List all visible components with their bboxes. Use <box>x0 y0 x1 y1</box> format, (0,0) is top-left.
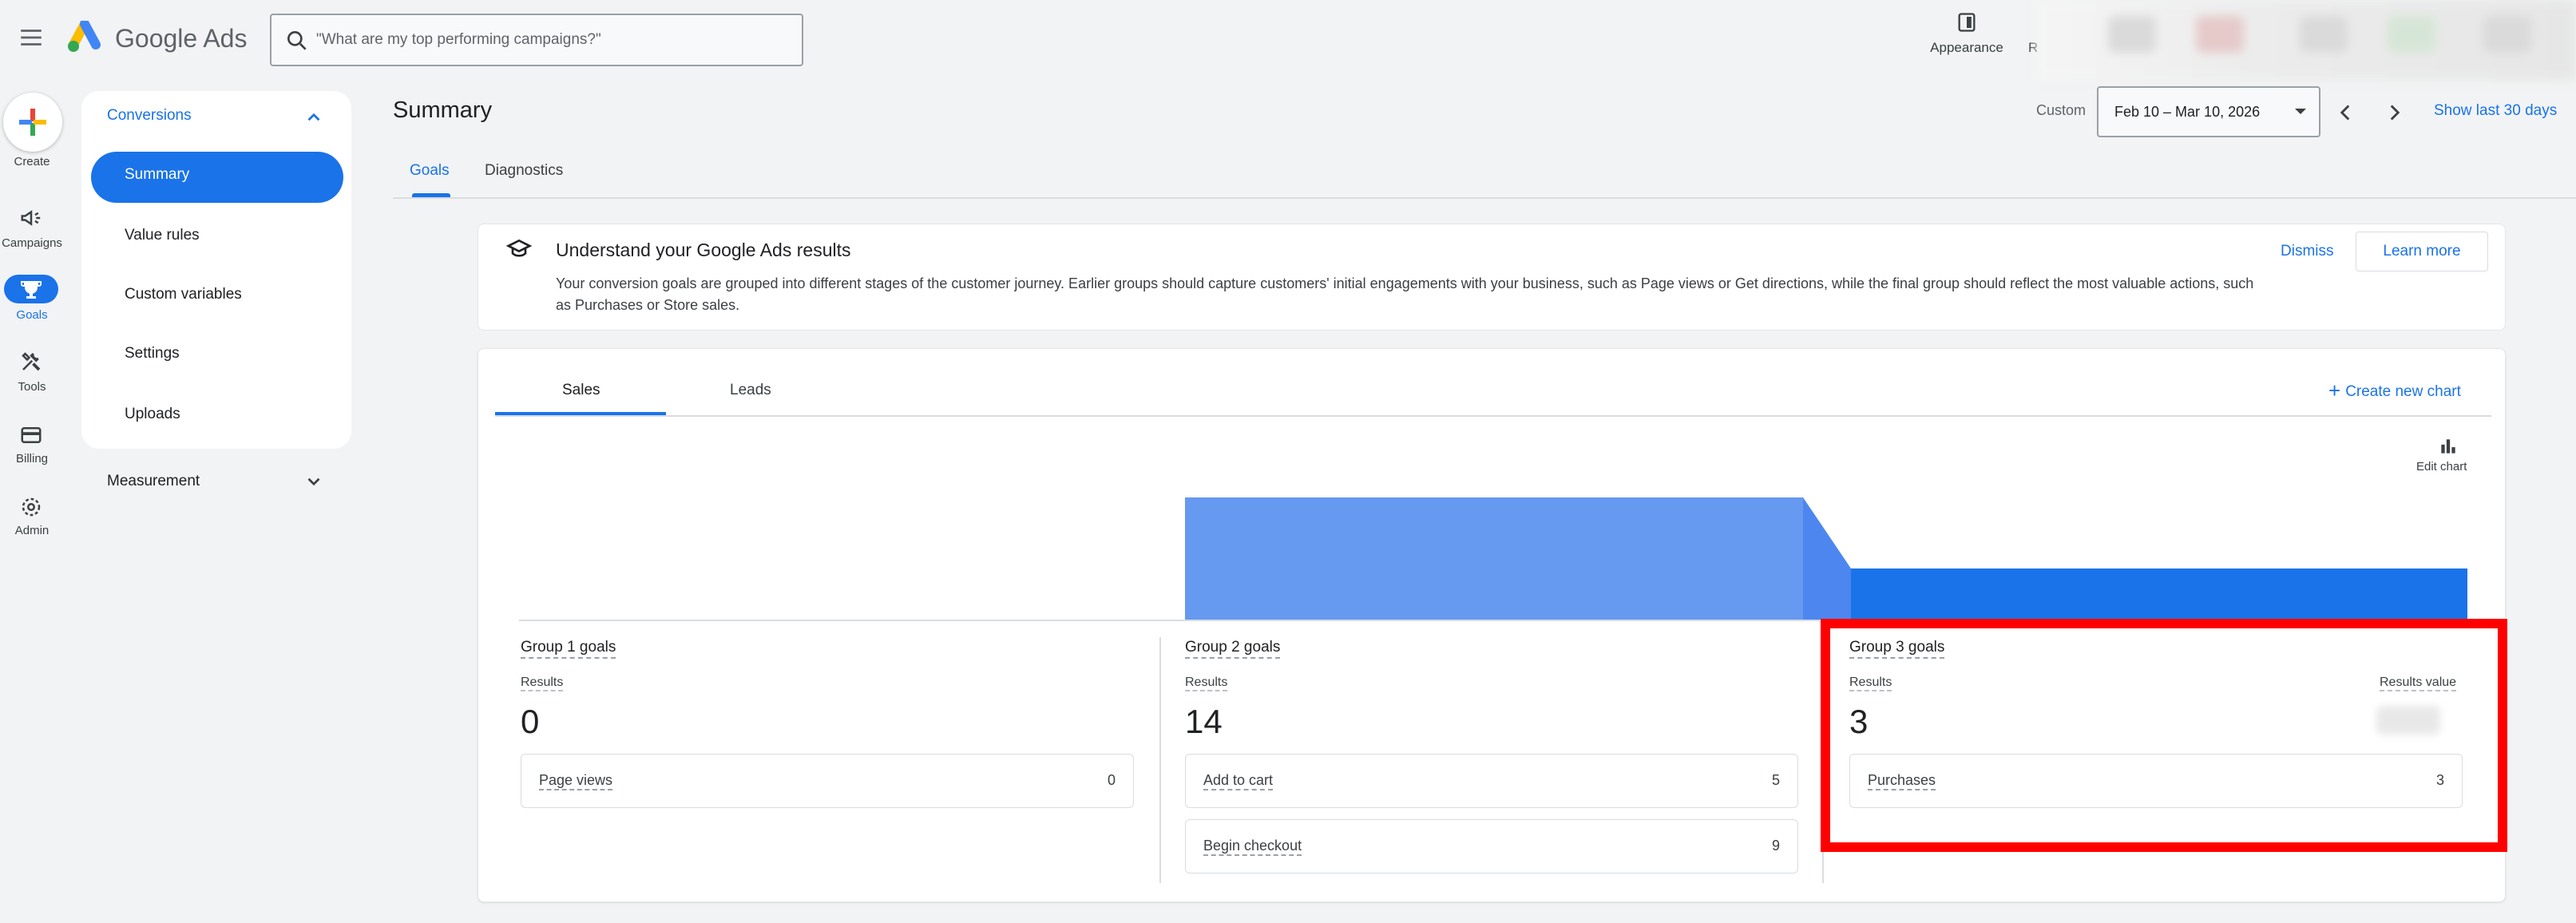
learn-more-button[interactable]: Learn more <box>2356 232 2488 271</box>
show-last-30-days-link[interactable]: Show last 30 days <box>2434 102 2557 120</box>
banner-title: Understand your Google Ads results <box>556 240 851 260</box>
menu-icon[interactable] <box>18 24 45 51</box>
goal-name[interactable]: Add to cart <box>1203 772 1274 790</box>
page-title: Summary <box>393 97 493 123</box>
goal-value: 5 <box>1771 772 1780 788</box>
goal-row-begin-checkout[interactable]: Begin checkout 9 <box>1185 819 1798 873</box>
custom-label: Custom <box>2036 102 2087 118</box>
brand-name: Google Ads <box>115 24 248 53</box>
date-range-picker[interactable]: Feb 10 – Mar 10, 2026 <box>2097 86 2320 137</box>
nav-item-uploads[interactable]: Uploads <box>125 406 180 423</box>
nav-item-settings[interactable]: Settings <box>125 345 180 362</box>
edit-chart-button[interactable]: Edit chart <box>2416 460 2467 473</box>
funnel-baseline <box>519 620 1829 621</box>
nav-item-custom-variables[interactable]: Custom variables <box>125 286 242 303</box>
gear-icon[interactable] <box>18 495 45 519</box>
google-ads-logo[interactable] <box>67 21 104 54</box>
create-new-chart-button[interactable]: + Create new chart <box>2328 378 2461 403</box>
funnel-bar-group-3 <box>1851 568 2467 621</box>
search-placeholder: "What are my top performing campaigns?" <box>316 31 601 48</box>
goal-value: 0 <box>1107 772 1116 788</box>
tabs-divider <box>393 197 2576 199</box>
group-2-results-label: Results <box>1185 675 1228 691</box>
create-button[interactable] <box>3 93 62 152</box>
rail-item-billing[interactable]: Billing <box>0 452 64 465</box>
goal-name[interactable]: Begin checkout <box>1203 838 1302 856</box>
chevron-down-icon[interactable] <box>303 471 324 492</box>
goal-value: 9 <box>1771 838 1780 854</box>
card-tabs-divider <box>495 415 2491 417</box>
create-new-chart-label: Create new chart <box>2345 383 2461 400</box>
tab-goals[interactable]: Goals <box>410 162 450 180</box>
dismiss-button[interactable]: Dismiss <box>2281 243 2334 260</box>
group-2-results-value: 14 <box>1185 703 1223 740</box>
funnel-transition <box>1803 497 1851 621</box>
tab-leads[interactable]: Leads <box>730 382 771 399</box>
nav-section-measurement[interactable]: Measurement <box>107 473 200 490</box>
tab-diagnostics[interactable]: Diagnostics <box>485 162 563 180</box>
date-range-value: Feb 10 – Mar 10, 2026 <box>2114 104 2261 120</box>
search-icon <box>284 28 310 53</box>
side-navigation <box>81 91 351 449</box>
tab-sales-indicator <box>495 412 666 415</box>
appearance-button[interactable]: Appearance <box>1923 11 2011 56</box>
rail-item-tools[interactable]: Tools <box>0 380 64 394</box>
tab-goals-indicator <box>412 193 450 197</box>
nav-section-conversions[interactable]: Conversions <box>107 107 192 125</box>
column-divider <box>1159 637 1161 883</box>
rail-item-campaigns[interactable]: Campaigns <box>0 236 64 250</box>
group-1-results-label: Results <box>521 675 564 691</box>
rail-item-goals[interactable]: Goals <box>0 308 64 322</box>
group-1-results-value: 0 <box>521 703 540 740</box>
credit-card-icon[interactable] <box>18 423 45 447</box>
goal-row-add-to-cart[interactable]: Add to cart 5 <box>1185 754 1798 808</box>
create-label: Create <box>14 155 50 168</box>
tools-icon[interactable] <box>18 350 45 374</box>
appearance-icon <box>1955 11 1979 34</box>
search-input[interactable]: "What are my top performing campaigns?" <box>270 14 803 66</box>
trophy-icon <box>21 281 42 299</box>
nav-item-summary-label: Summary <box>125 166 190 183</box>
dropdown-arrow-icon <box>2295 109 2306 114</box>
megaphone-icon[interactable] <box>18 206 45 230</box>
funnel-bar-group-2 <box>1185 497 1803 621</box>
plus-icon: + <box>2328 378 2341 402</box>
plus-icon <box>19 109 46 136</box>
blurred-toolbar-area <box>2036 0 2576 80</box>
group-2-title[interactable]: Group 2 goals <box>1185 639 1281 659</box>
chevron-up-icon[interactable] <box>303 107 324 128</box>
goal-row-page-views[interactable]: Page views 0 <box>521 754 1134 808</box>
rail-item-goals-active[interactable] <box>4 275 58 303</box>
group-1-title[interactable]: Group 1 goals <box>521 639 616 659</box>
highlight-box <box>1821 619 2507 852</box>
bar-chart-icon[interactable] <box>2437 436 2459 457</box>
nav-item-value-rules[interactable]: Value rules <box>125 227 200 244</box>
previous-period-icon[interactable] <box>2332 99 2359 126</box>
tab-sales[interactable]: Sales <box>562 382 600 399</box>
graduation-cap-icon <box>505 236 533 262</box>
goal-name[interactable]: Page views <box>539 772 613 790</box>
appearance-label: Appearance <box>1930 40 2003 55</box>
rail-item-admin[interactable]: Admin <box>0 524 64 537</box>
next-period-icon[interactable] <box>2381 99 2408 126</box>
funnel-chart <box>511 495 2483 621</box>
banner-body: Your conversion goals are grouped into d… <box>556 275 2254 313</box>
